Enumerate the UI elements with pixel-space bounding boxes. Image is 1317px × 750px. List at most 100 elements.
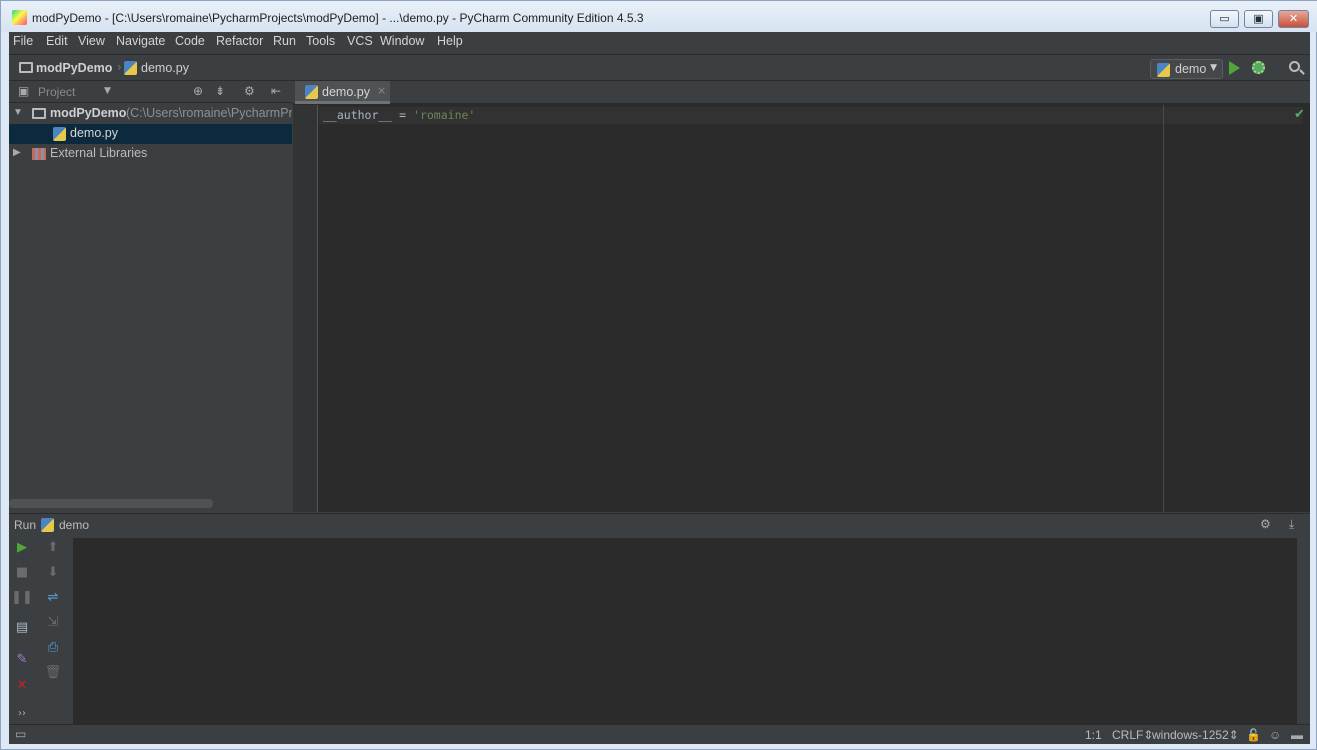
run-toolbar-right: ⬆ ⬇ ⇌ ⇲ ⎙ 🗑 [42,538,69,724]
tab-demo-py[interactable]: demo.py × [295,81,390,104]
pycharm-logo-icon [12,10,27,25]
close-icon[interactable]: ✕ [11,676,33,696]
soft-wrap-icon[interactable]: ⇌ [42,588,64,608]
menu-tools[interactable]: Tools [306,34,335,48]
run-tab-demo[interactable]: demo [59,518,89,532]
menu-help[interactable]: Help [437,34,463,48]
window-frame: modPyDemo - [C:\Users\romaine\PycharmPro… [0,0,1317,750]
menu-bar: File Edit View Navigate Code Refactor Ru… [9,32,1310,52]
status-bar: ▭ 1:1 CRLF⇕ windows-1252⇕ 🔓 ☺ ▬ [9,724,1310,744]
tree-item-label: External Libraries [50,146,148,160]
run-config-label: demo [1175,62,1207,76]
editor-gutter [293,105,318,512]
code-line-1[interactable]: __author__ = 'romaine' [323,108,475,122]
editor-pane: demo.py × __author__ = 'romaine' ✔ [293,81,1310,512]
pause-icon[interactable]: ❚❚ [11,588,33,608]
project-view-icon: ▣ [18,84,30,98]
menu-run[interactable]: Run [273,34,296,48]
tree-item-demo-py[interactable]: demo.py [9,124,292,144]
tree-item-project-root[interactable]: ▼ modPyDemo (C:\Users\romaine\PycharmPro [9,104,292,124]
breadcrumb-file[interactable]: demo.py [141,61,189,75]
close-tab-icon[interactable]: × [377,84,386,97]
menu-edit[interactable]: Edit [46,34,68,48]
tree-item-path: (C:\Users\romaine\PycharmPro [126,106,292,120]
tool-windows-icon[interactable]: ▭ [15,727,26,741]
console-output[interactable] [73,538,1297,724]
project-panel-header: ▣ Project ▼ ⊕ ⇟ ⚙ ⇤ [9,81,292,103]
run-icon[interactable] [1229,61,1240,75]
menu-code[interactable]: Code [175,34,205,48]
tab-label: demo.py [322,85,370,99]
search-icon[interactable] [1289,61,1300,72]
editor-scrollbar[interactable] [1303,105,1310,512]
code-operator: = [392,108,414,122]
python-file-icon [124,61,137,75]
scroll-to-end-icon[interactable]: ⇲ [42,613,64,633]
ide-main: File Edit View Navigate Code Refactor Ru… [9,32,1310,744]
event-log-icon[interactable]: ▬ [1291,728,1303,742]
breadcrumb-separator: › [117,60,122,74]
expand-arrow-icon[interactable]: ▶ [13,147,21,158]
horizontal-scrollbar[interactable] [9,499,213,508]
menu-window[interactable]: Window [380,34,424,48]
window-title: modPyDemo - [C:\Users\romaine\PycharmPro… [32,11,644,25]
right-margin-guide [1163,105,1164,512]
run-panel: Run demo ⚙ ⤓ ▶ ■ ❚❚ ▤ ✎ ✕ ›› ⬆ ⬇ ⇌ ⇲ ⎙ 🗑… [9,513,1310,744]
file-encoding[interactable]: windows-1252⇕ [1152,728,1239,742]
stop-icon[interactable]: ■ [11,563,33,583]
chevron-down-icon[interactable]: ▼ [104,86,111,96]
menu-refactor[interactable]: Refactor [216,34,263,48]
console-scrollbar[interactable] [1297,538,1307,724]
project-view-label[interactable]: Project [38,85,75,99]
code-string: 'romaine' [413,108,476,122]
python-config-icon [41,518,54,532]
editor-tab-bar: demo.py × [293,81,1310,104]
python-file-icon [53,127,66,141]
run-panel-header: Run demo ⚙ ⤓ [9,514,1310,536]
debug-icon[interactable] [1252,61,1265,74]
restore-layout-icon[interactable]: ▤ [11,618,33,638]
arrow-up-icon[interactable]: ⬆ [42,538,64,558]
tree-item-label: modPyDemo [50,106,127,120]
library-icon [32,148,46,160]
code-identifier: __author__ [323,108,393,122]
menu-vcs[interactable]: VCS [347,34,373,48]
scroll-from-source-icon[interactable]: ⊕ [193,84,203,98]
tree-item-label: demo.py [70,126,118,140]
folder-icon [19,62,33,73]
hide-panel-icon[interactable]: ⇤ [271,84,281,98]
run-toolbar-left: ▶ ■ ❚❚ ▤ ✎ ✕ ›› [11,538,38,724]
run-panel-title: Run [14,518,37,532]
trash-icon[interactable]: 🗑 [42,663,64,683]
gear-icon[interactable]: ⚙ [244,84,255,98]
navigation-bar: modPyDemo › demo.py demo ▼ [9,54,1310,81]
python-file-icon [305,85,318,99]
caret-position[interactable]: 1:1 [1085,728,1102,742]
menu-navigate[interactable]: Navigate [116,34,165,48]
menu-file[interactable]: File [13,34,33,48]
python-config-icon [1157,63,1170,77]
breadcrumb-project[interactable]: modPyDemo [36,61,112,75]
print-icon[interactable]: ⎙ [42,638,64,658]
gear-icon[interactable]: ⚙ [1260,517,1271,531]
more-icon[interactable]: ›› [11,704,33,724]
inspector-icon[interactable]: ☺ [1269,728,1281,742]
expand-arrow-icon[interactable]: ▼ [13,107,23,118]
maximize-button[interactable]: ▣ [1244,10,1273,28]
project-panel: ▣ Project ▼ ⊕ ⇟ ⚙ ⇤ ▼ modPyDemo (C:\User… [9,81,292,512]
dropdown-arrow-icon: ▼ [1210,63,1217,73]
menu-view[interactable]: View [78,34,105,48]
rerun-icon[interactable]: ▶ [11,538,33,558]
pin-icon[interactable]: ✎ [11,650,33,670]
title-bar[interactable]: modPyDemo - [C:\Users\romaine\PycharmPro… [1,1,1317,32]
arrow-down-icon[interactable]: ⬇ [42,563,64,583]
collapse-all-icon[interactable]: ⇟ [215,84,225,98]
tree-item-external-libraries[interactable]: ▶ External Libraries [9,144,292,164]
run-config-select[interactable]: demo ▼ [1150,59,1223,79]
close-button[interactable]: ✕ [1278,10,1309,28]
hide-panel-icon[interactable]: ⤓ [1289,517,1294,532]
minimize-button[interactable]: ▭ [1210,10,1239,28]
lock-icon[interactable]: 🔓 [1246,728,1261,742]
folder-icon [32,108,46,119]
line-separator[interactable]: CRLF⇕ [1112,728,1153,742]
